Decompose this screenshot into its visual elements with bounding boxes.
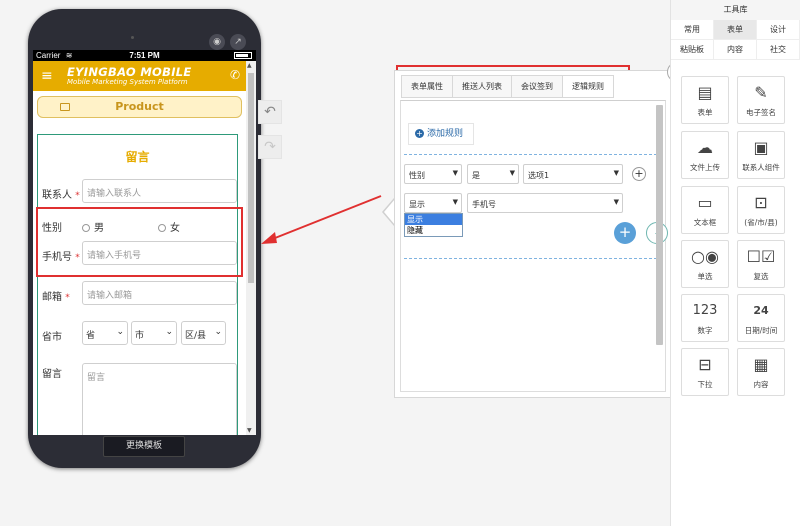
message-label: 留言 bbox=[42, 369, 62, 380]
stats-icon[interactable]: ↗ bbox=[230, 34, 246, 50]
phone-scrollbar[interactable]: ▲ ▼ bbox=[246, 61, 256, 435]
tab-form-properties[interactable]: 表单属性 bbox=[401, 75, 452, 98]
mobile-input[interactable]: 请输入手机号 bbox=[82, 241, 237, 265]
tool-content[interactable]: ▦ 内容 bbox=[737, 348, 785, 396]
undo-button[interactable]: ↶ bbox=[258, 100, 282, 124]
contact-input[interactable]: 请输入联系人 bbox=[82, 179, 237, 203]
rule-action-select[interactable]: 显示 ▼ bbox=[404, 193, 462, 213]
tool-region[interactable]: ⊡ (省/市/县) bbox=[737, 186, 785, 234]
wechat-icon[interactable]: ◉ bbox=[209, 34, 225, 50]
radio-icon: ○◉ bbox=[691, 247, 719, 266]
rule-operator-select[interactable]: 是 ▼ bbox=[467, 164, 519, 184]
scroll-up-icon[interactable]: ▲ bbox=[247, 62, 252, 69]
gender-label: 性别 bbox=[42, 223, 62, 234]
tab-content[interactable]: 内容 bbox=[714, 40, 757, 60]
rule-value-select[interactable]: 选项1 ▼ bbox=[523, 164, 623, 184]
tab-logic-rules[interactable]: 逻辑规则 bbox=[562, 75, 614, 98]
phone-screen: Carrier ≋ 7:51 PM ≡ EYINGBAO MOBILE Mobi… bbox=[33, 50, 256, 435]
panel-scrollbar[interactable] bbox=[656, 105, 663, 345]
clock: 7:51 PM bbox=[129, 51, 160, 60]
tab-design[interactable]: 设计 bbox=[757, 20, 800, 40]
region-icon: ⊡ bbox=[754, 193, 768, 212]
pen-icon: ✎ bbox=[754, 83, 768, 102]
app-header: ≡ EYINGBAO MOBILE Mobile Marketing Syste… bbox=[33, 61, 246, 91]
tool-textbox[interactable]: ▭ 文本框 bbox=[681, 186, 729, 234]
gender-male-radio[interactable]: 男 bbox=[82, 219, 104, 234]
toolbox-tabs: 常用 表单 设计 粘贴板 内容 社交 bbox=[671, 20, 800, 60]
menu-icon[interactable]: ≡ bbox=[41, 69, 53, 83]
rule-divider-bottom bbox=[404, 258, 662, 259]
tab-common[interactable]: 常用 bbox=[671, 20, 714, 40]
city-select[interactable]: 市 ⌄ bbox=[131, 321, 177, 345]
rule-field-select[interactable]: 性别 ▼ bbox=[404, 164, 462, 184]
tool-signature[interactable]: ✎ 电子签名 bbox=[737, 76, 785, 124]
cloud-upload-icon: ☁ bbox=[697, 138, 713, 157]
tool-datetime[interactable]: 24 日期/时间 bbox=[737, 294, 785, 342]
form-title: 留言 bbox=[125, 150, 150, 164]
phone-speaker bbox=[131, 36, 134, 39]
redo-button[interactable]: ↷ bbox=[258, 135, 282, 159]
call-icon[interactable]: ✆ bbox=[230, 68, 240, 82]
message-form: 留言 联系人 * 请输入联系人 性别 男 女 手机号 * 请输入手机号 邮箱 *… bbox=[37, 134, 238, 435]
checkbox-icon: ☐☑ bbox=[746, 247, 776, 266]
brand-logo: EYINGBAO MOBILE bbox=[67, 65, 192, 79]
calendar-icon: 24 bbox=[753, 304, 769, 317]
tool-file-upload[interactable]: ☁ 文件上传 bbox=[681, 131, 729, 179]
tool-radio[interactable]: ○◉ 单选 bbox=[681, 240, 729, 288]
tab-forms[interactable]: 表单 bbox=[714, 20, 757, 40]
rules-body: +添加规则 性别▼ 是▼ 选项1▼ + 显示▼ 手机号▼ + - bbox=[400, 100, 668, 392]
pointer-arrow-left bbox=[261, 195, 382, 244]
region-label: 省市 bbox=[42, 332, 62, 343]
plus-circle-icon: + bbox=[415, 129, 424, 138]
logic-rules-panel: 表单属性 推送人列表 会议签到 逻辑规则 + 添加规则 性别 ▼ 是 ▼ 选项1 ▼ +… bbox=[394, 70, 676, 398]
mobile-label: 手机号 * bbox=[42, 252, 80, 263]
switch-template-button[interactable]: 更换模板 bbox=[103, 436, 185, 457]
rule-divider bbox=[404, 154, 662, 155]
scrollbar-thumb[interactable] bbox=[248, 73, 254, 283]
option-hide[interactable]: 隐藏 bbox=[405, 225, 462, 236]
product-label: Product bbox=[115, 100, 164, 113]
phone-preview: ◉ ↗ Carrier ≋ 7:51 PM ≡ EYINGBAO MOBILE … bbox=[28, 9, 261, 468]
toolbox-title: 工具库 bbox=[671, 0, 800, 20]
action-dropdown-list: 显示 隐藏 bbox=[404, 213, 463, 237]
tool-form[interactable]: ▤ 表单 bbox=[681, 76, 729, 124]
add-action-button[interactable]: + bbox=[614, 222, 636, 244]
tool-dropdown[interactable]: ⊟ 下拉 bbox=[681, 348, 729, 396]
province-select[interactable]: 省 ⌄ bbox=[82, 321, 128, 345]
tool-checkbox[interactable]: ☐☑ 复选 bbox=[737, 240, 785, 288]
tool-number[interactable]: 123 数字 bbox=[681, 294, 729, 342]
option-show[interactable]: 显示 bbox=[405, 214, 462, 225]
add-condition-button[interactable]: + bbox=[632, 167, 646, 181]
email-input[interactable]: 请输入邮箱 bbox=[82, 281, 237, 305]
form-icon: ▤ bbox=[697, 83, 713, 102]
scroll-down-icon[interactable]: ▼ bbox=[247, 427, 252, 434]
tab-clipboard[interactable]: 粘贴板 bbox=[671, 40, 714, 60]
product-bar[interactable]: Product bbox=[37, 96, 242, 118]
email-label: 邮箱 * bbox=[42, 292, 70, 303]
number-icon: 123 bbox=[692, 303, 718, 318]
tab-push-list[interactable]: 推送人列表 bbox=[452, 75, 511, 98]
contact-label: 联系人 * bbox=[42, 190, 80, 201]
message-textarea[interactable]: 留言 bbox=[82, 363, 237, 435]
content-icon: ▦ bbox=[753, 355, 769, 374]
textbox-icon: ▭ bbox=[697, 193, 713, 212]
dropdown-icon: ⊟ bbox=[698, 355, 712, 374]
brand-slogan: Mobile Marketing System Platform bbox=[67, 78, 188, 86]
battery-icon bbox=[234, 52, 252, 59]
phone-content[interactable]: ≡ EYINGBAO MOBILE Mobile Marketing Syste… bbox=[33, 61, 246, 435]
toolbox-panel: 工具库 常用 表单 设计 粘贴板 内容 社交 ▤ 表单 ✎ 电子签名 ☁ 文件上传 ▣… bbox=[670, 0, 800, 526]
panel-tabs: 表单属性 推送人列表 会议签到 逻辑规则 bbox=[401, 75, 614, 98]
tool-contact[interactable]: ▣ 联系人组件 bbox=[737, 131, 785, 179]
tab-meeting-checkin[interactable]: 会议签到 bbox=[511, 75, 562, 98]
rule-target-select[interactable]: 手机号 ▼ bbox=[467, 193, 623, 213]
add-rule-button[interactable]: + 添加规则 bbox=[408, 123, 475, 145]
tab-social[interactable]: 社交 bbox=[757, 40, 800, 60]
contact-card-icon: ▣ bbox=[753, 138, 769, 157]
county-select[interactable]: 区/县 ⌄ bbox=[181, 321, 226, 345]
status-bar: Carrier ≋ 7:51 PM bbox=[33, 50, 256, 61]
gender-female-radio[interactable]: 女 bbox=[158, 219, 180, 234]
